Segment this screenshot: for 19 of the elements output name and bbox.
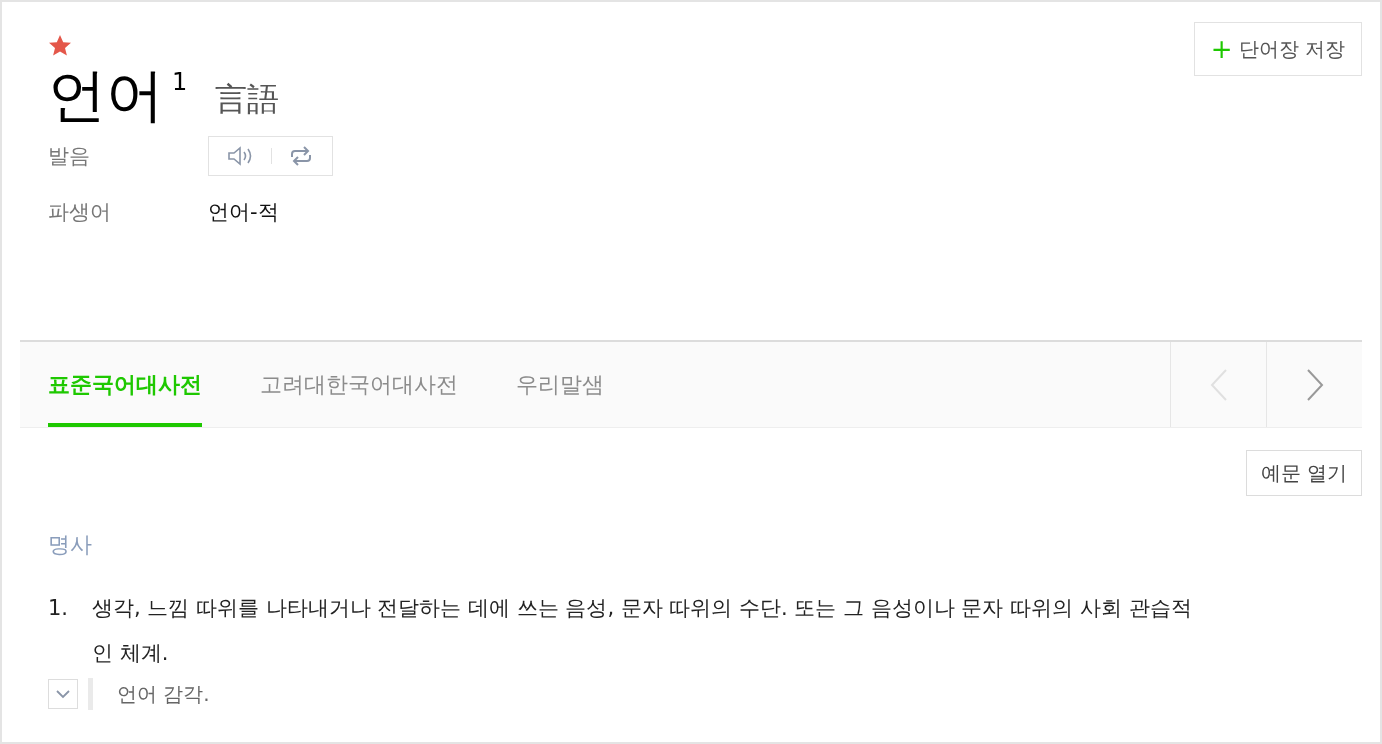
plus-icon: + (1210, 36, 1233, 62)
hanja-word: 言語 (215, 78, 280, 120)
derived-word: 언어-적 (208, 198, 279, 226)
open-examples-button[interactable]: 예문 열기 (1245, 450, 1362, 496)
dictionary-tab[interactable]: 우리말샘 (516, 342, 604, 427)
part-of-speech: 명사 (48, 531, 93, 559)
info-label: 발음 (48, 142, 91, 170)
example-sentence: 언어 감각. (117, 680, 210, 708)
chevron-down-icon (55, 689, 71, 699)
definition-text: 생각, 느낌 따위를 나타내거나 전달하는 데에 쓰는 음성, 문자 따위의 수단. 또는 그 음성이나 문자 따위의 사회 관습적인 체계. (92, 595, 1192, 667)
headword: 언어 (48, 64, 164, 128)
save-to-wordbook-button[interactable]: + 단어장 저장 (1193, 22, 1362, 76)
homonym-number: 1 (172, 68, 188, 96)
dictionary-tab[interactable]: 고려대한국어대사전 (260, 342, 458, 427)
expand-toggle[interactable] (48, 679, 78, 709)
info-label: 파생어 (48, 198, 112, 226)
star-icon (48, 34, 72, 58)
dictionary-tab[interactable]: 표준국어대사전 (48, 342, 202, 427)
definition-number: 1. (48, 595, 70, 622)
